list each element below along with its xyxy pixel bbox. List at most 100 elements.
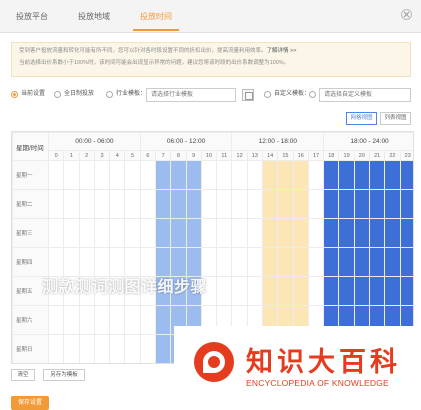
time-slot-cell[interactable]: [63, 160, 80, 190]
time-slot-cell[interactable]: [93, 160, 111, 190]
time-slot-cell[interactable]: [231, 189, 248, 219]
time-slot-cell[interactable]: [154, 160, 172, 190]
time-slot-cell[interactable]: [277, 189, 294, 219]
time-slot-cell[interactable]: [261, 160, 279, 190]
time-slot-cell[interactable]: [124, 189, 141, 219]
time-slot-cell[interactable]: [216, 276, 233, 306]
time-slot-cell[interactable]: [185, 189, 202, 219]
save-as-template-button[interactable]: 另存为模板: [43, 369, 85, 381]
time-slot-cell[interactable]: [63, 189, 80, 219]
time-slot-cell[interactable]: [231, 218, 248, 248]
time-slot-cell[interactable]: [109, 218, 126, 248]
time-slot-cell[interactable]: [185, 218, 202, 248]
time-slot-cell[interactable]: [246, 247, 264, 277]
grid-view-button[interactable]: 网格视图: [346, 112, 377, 125]
time-slot-cell[interactable]: [124, 218, 141, 248]
time-slot-cell[interactable]: [307, 218, 325, 248]
time-slot-cell[interactable]: [231, 247, 248, 277]
tab-platform[interactable]: 投放平台: [12, 9, 52, 31]
time-slot-cell[interactable]: [124, 334, 141, 363]
radio-custom-template[interactable]: [264, 91, 271, 98]
time-slot-cell[interactable]: [292, 276, 309, 306]
time-slot-cell[interactable]: [399, 276, 413, 306]
template-icon[interactable]: [242, 89, 254, 101]
time-slot-cell[interactable]: [323, 276, 340, 306]
time-slot-cell[interactable]: [277, 276, 294, 306]
time-slot-cell[interactable]: [109, 305, 126, 335]
time-slot-cell[interactable]: [384, 218, 401, 248]
save-settings-button[interactable]: 保存设置: [11, 396, 49, 410]
time-slot-cell[interactable]: [124, 160, 141, 190]
time-slot-cell[interactable]: [154, 334, 172, 363]
time-slot-cell[interactable]: [47, 305, 65, 335]
radio-current[interactable]: [11, 91, 18, 98]
time-slot-cell[interactable]: [399, 247, 413, 277]
time-slot-cell[interactable]: [124, 305, 141, 335]
time-slot-cell[interactable]: [277, 247, 294, 277]
time-slot-cell[interactable]: [216, 160, 233, 190]
time-slot-cell[interactable]: [261, 189, 279, 219]
time-slot-cell[interactable]: [368, 276, 386, 306]
time-slot-cell[interactable]: [277, 218, 294, 248]
time-slot-cell[interactable]: [338, 189, 355, 219]
time-slot-cell[interactable]: [47, 218, 65, 248]
time-slot-cell[interactable]: [338, 247, 355, 277]
time-slot-cell[interactable]: [170, 189, 187, 219]
time-slot-cell[interactable]: [323, 218, 340, 248]
clear-button[interactable]: 清空: [11, 369, 35, 381]
time-slot-cell[interactable]: [261, 247, 279, 277]
time-slot-cell[interactable]: [353, 247, 371, 277]
industry-template-select[interactable]: 请选择行业模板: [146, 88, 236, 102]
time-slot-cell[interactable]: [47, 160, 65, 190]
time-slot-cell[interactable]: [246, 160, 264, 190]
time-slot-cell[interactable]: [78, 218, 95, 248]
time-slot-cell[interactable]: [338, 218, 355, 248]
time-slot-cell[interactable]: [338, 160, 355, 190]
time-slot-cell[interactable]: [216, 247, 233, 277]
time-slot-cell[interactable]: [292, 160, 309, 190]
time-slot-cell[interactable]: [261, 218, 279, 248]
time-slot-cell[interactable]: [246, 218, 264, 248]
time-slot-cell[interactable]: [200, 189, 218, 219]
time-slot-cell[interactable]: [78, 160, 95, 190]
time-slot-cell[interactable]: [216, 218, 233, 248]
time-slot-cell[interactable]: [170, 218, 187, 248]
time-slot-cell[interactable]: [154, 305, 172, 335]
time-slot-cell[interactable]: [78, 189, 95, 219]
tab-time[interactable]: 投放时间: [133, 9, 179, 31]
time-slot-cell[interactable]: [307, 160, 325, 190]
time-slot-cell[interactable]: [292, 189, 309, 219]
time-slot-cell[interactable]: [277, 160, 294, 190]
time-slot-cell[interactable]: [246, 276, 264, 306]
time-slot-cell[interactable]: [63, 218, 80, 248]
time-slot-cell[interactable]: [307, 189, 325, 219]
time-slot-cell[interactable]: [368, 247, 386, 277]
time-slot-cell[interactable]: [384, 189, 401, 219]
time-slot-cell[interactable]: [368, 160, 386, 190]
time-slot-cell[interactable]: [353, 189, 371, 219]
time-slot-cell[interactable]: [323, 189, 340, 219]
time-slot-cell[interactable]: [353, 218, 371, 248]
time-slot-cell[interactable]: [93, 218, 111, 248]
time-slot-cell[interactable]: [384, 276, 401, 306]
radio-full-day[interactable]: [54, 91, 61, 98]
time-slot-cell[interactable]: [93, 305, 111, 335]
time-slot-cell[interactable]: [78, 334, 95, 363]
time-slot-cell[interactable]: [139, 189, 157, 219]
time-slot-cell[interactable]: [154, 189, 172, 219]
time-slot-cell[interactable]: [261, 276, 279, 306]
time-slot-cell[interactable]: [399, 189, 413, 219]
time-slot-cell[interactable]: [93, 334, 111, 363]
time-slot-cell[interactable]: [246, 189, 264, 219]
time-slot-cell[interactable]: [338, 276, 355, 306]
time-slot-cell[interactable]: [399, 218, 413, 248]
time-slot-cell[interactable]: [139, 218, 157, 248]
time-slot-cell[interactable]: [368, 189, 386, 219]
time-slot-cell[interactable]: [139, 334, 157, 363]
time-slot-cell[interactable]: [368, 218, 386, 248]
time-slot-cell[interactable]: [216, 189, 233, 219]
time-slot-cell[interactable]: [93, 189, 111, 219]
list-view-button[interactable]: 列表视图: [380, 112, 411, 125]
close-icon[interactable]: [401, 9, 412, 20]
time-slot-cell[interactable]: [109, 334, 126, 363]
